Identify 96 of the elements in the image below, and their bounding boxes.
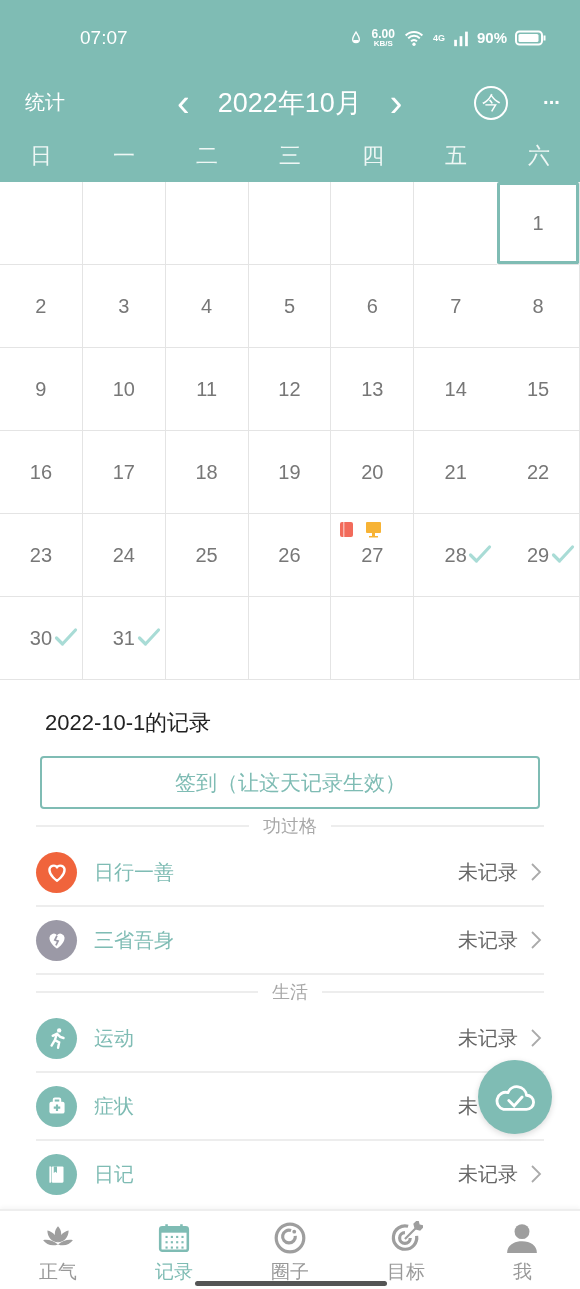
check-icon <box>551 544 576 564</box>
day-number: 19 <box>278 460 301 484</box>
calendar-day[interactable]: 12 <box>248 348 332 431</box>
record-status: 未 <box>458 1093 479 1119</box>
calendar-day[interactable]: 14 <box>414 348 498 431</box>
day-number: 14 <box>444 377 467 401</box>
calendar-day[interactable]: 20 <box>331 431 415 514</box>
calendar-day[interactable]: 11 <box>165 348 249 431</box>
day-number: 20 <box>361 460 384 484</box>
calendar-day[interactable]: 22 <box>497 431 580 514</box>
calendar-day[interactable]: 6 <box>331 265 415 348</box>
day-number: 25 <box>195 543 218 567</box>
calendar-day[interactable]: 19 <box>248 431 332 514</box>
nav-tab[interactable]: 圈子 <box>232 1211 348 1289</box>
day-number: 2 <box>35 294 47 318</box>
calendar-day[interactable]: 13 <box>331 348 415 431</box>
day-number: 24 <box>112 543 135 567</box>
calendar-day[interactable]: 18 <box>165 431 249 514</box>
battery-icon <box>515 29 546 46</box>
record-status: 未记录 <box>458 1025 519 1051</box>
day-number: 29 <box>526 543 550 567</box>
day-number: 16 <box>29 460 53 484</box>
calendar-day[interactable]: 24 <box>82 514 166 597</box>
day-number: 27 <box>361 543 384 567</box>
record-date-title: 2022-10-1的记录 <box>45 709 212 737</box>
section-label: 功过格 <box>263 815 317 838</box>
day-number: 3 <box>118 294 130 318</box>
check-icon <box>54 627 78 647</box>
day-number: 4 <box>201 294 213 318</box>
nav-tab[interactable]: 正气 <box>0 1211 116 1289</box>
month-title: 2022年10月 <box>217 86 362 120</box>
calendar-day[interactable]: 21 <box>414 431 498 514</box>
day-number: 22 <box>526 460 550 484</box>
calendar-day[interactable]: 3 <box>82 265 166 348</box>
day-number: 23 <box>29 543 53 567</box>
weekday-label: 二 <box>195 142 220 170</box>
calendar-day[interactable]: 17 <box>82 431 166 514</box>
calendar-day[interactable]: 15 <box>497 348 580 431</box>
record-status: 未记录 <box>458 927 519 953</box>
clock-time: 07:07 <box>80 26 129 49</box>
calendar-day[interactable]: 7 <box>414 265 498 348</box>
record-status: 未记录 <box>458 1161 519 1187</box>
calendar-day[interactable]: 30 <box>0 597 83 680</box>
weekday-label: 一 <box>112 142 137 170</box>
day-number: 6 <box>366 294 378 318</box>
weekday-label: 五 <box>443 142 468 170</box>
day-number: 18 <box>195 460 218 484</box>
cloud-sync-button[interactable] <box>478 1060 552 1134</box>
day-number: 1 <box>532 211 544 235</box>
battery-percent: 90% <box>476 29 507 46</box>
calendar-day[interactable]: 23 <box>0 514 83 597</box>
ring-icon <box>273 1221 307 1255</box>
calendar-day[interactable]: 27 <box>331 514 415 597</box>
nav-tab[interactable]: 我 <box>464 1211 580 1289</box>
calendar-day[interactable]: 1 <box>497 182 580 265</box>
day-number: 10 <box>112 377 135 401</box>
day-number: 17 <box>112 460 135 484</box>
weekday-label: 四 <box>360 142 385 170</box>
calendar-day[interactable]: 9 <box>0 348 83 431</box>
calendar-day[interactable]: 28 <box>414 514 498 597</box>
day-number: 31 <box>112 626 135 650</box>
day-number: 21 <box>444 460 467 484</box>
day-number: 9 <box>35 377 47 401</box>
weekday-label: 六 <box>526 142 551 170</box>
calendar-day[interactable]: 26 <box>248 514 332 597</box>
day-number: 8 <box>532 294 544 318</box>
calendar-day[interactable]: 31 <box>82 597 166 680</box>
section-label: 生活 <box>272 981 308 1004</box>
calendar-day[interactable]: 10 <box>82 348 166 431</box>
day-number: 26 <box>278 543 301 567</box>
calendar-day[interactable]: 16 <box>0 431 83 514</box>
network-type: 4G <box>432 32 445 43</box>
nav-tab[interactable]: 目标 <box>348 1211 464 1289</box>
day-number: 13 <box>361 377 384 401</box>
weekday-label: 三 <box>278 142 302 170</box>
calendar-day[interactable]: 8 <box>497 265 580 348</box>
person-icon <box>505 1221 539 1255</box>
day-number: 5 <box>283 294 296 318</box>
calendar-day[interactable]: 25 <box>165 514 249 597</box>
check-icon <box>136 627 161 647</box>
calendar-day[interactable]: 2 <box>0 265 83 348</box>
calendar-day[interactable]: 5 <box>248 265 332 348</box>
day-number: 11 <box>196 377 217 401</box>
speed-unit: KB/S <box>373 39 393 48</box>
calendar-day[interactable]: 29 <box>497 514 580 597</box>
weekday-label: 日 <box>29 142 54 170</box>
day-number: 12 <box>278 377 301 401</box>
day-number: 28 <box>444 543 467 567</box>
day-number: 7 <box>450 294 462 318</box>
calendar-day[interactable]: 4 <box>165 265 249 348</box>
day-number: 30 <box>29 626 53 650</box>
network-speed: 6.00 <box>371 27 395 40</box>
day-number: 15 <box>526 377 550 401</box>
calendar-icon <box>157 1221 191 1255</box>
check-icon <box>468 544 493 564</box>
record-status: 未记录 <box>458 859 519 885</box>
